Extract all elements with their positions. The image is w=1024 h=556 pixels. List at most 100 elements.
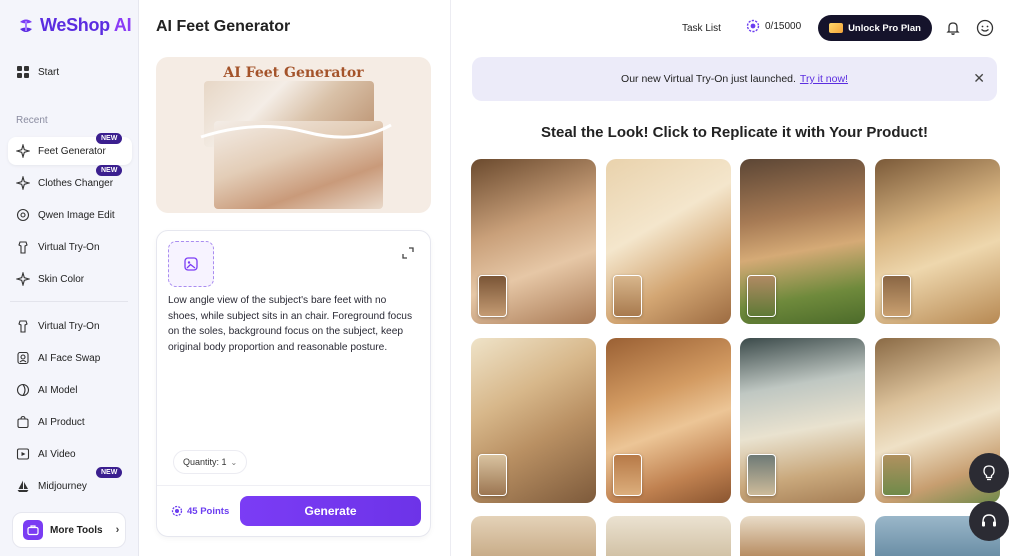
chevron-right-icon: › xyxy=(115,524,120,536)
hero-divider-wave xyxy=(200,123,392,139)
gallery-area: Task List 0/15000 Unlock Pro Plan Our ne… xyxy=(452,0,1024,556)
headset-icon xyxy=(982,514,996,527)
sidebar-item-start[interactable]: Start xyxy=(8,58,132,86)
sidebar-item-ai-video[interactable]: AI Video xyxy=(8,440,132,468)
sidebar-item-label: AI Model xyxy=(38,384,78,396)
sidebar-item-label: AI Product xyxy=(38,416,85,428)
support-button[interactable] xyxy=(969,501,1009,541)
bell-icon[interactable] xyxy=(945,20,961,36)
more-tools-label: More Tools xyxy=(50,524,103,536)
face-icon xyxy=(16,351,30,365)
sparkle-icon xyxy=(16,272,30,286)
hanger-icon xyxy=(16,319,30,333)
sidebar-item-label: Midjourney xyxy=(38,480,87,492)
reference-thumbnail xyxy=(613,275,642,317)
ticket-icon xyxy=(829,23,844,33)
sidebar-item-virtual-try-on[interactable]: Virtual Try-On xyxy=(8,312,132,340)
credit-coin-icon xyxy=(171,505,183,517)
unlock-pro-button[interactable]: Unlock Pro Plan xyxy=(818,15,932,41)
gallery-tile[interactable] xyxy=(606,516,731,556)
gallery-tile[interactable] xyxy=(606,338,731,503)
credits-counter[interactable]: 0/15000 xyxy=(746,19,801,33)
sparkle-icon xyxy=(16,144,30,158)
banner-link[interactable]: Try it now! xyxy=(800,73,848,85)
quantity-select[interactable]: Quantity: 1 ⌄ xyxy=(173,450,248,474)
gallery-tile[interactable] xyxy=(606,159,731,324)
swirl-icon xyxy=(16,383,30,397)
toolbox-icon xyxy=(23,520,43,540)
prompt-card: Low angle view of the subject's bare fee… xyxy=(156,230,431,537)
recent-section-label: Recent xyxy=(16,115,48,126)
sidebar-item-label: Skin Color xyxy=(38,273,85,285)
gallery-tile[interactable] xyxy=(740,338,865,503)
quantity-label: Quantity: 1 xyxy=(183,457,227,467)
reference-thumbnail xyxy=(613,454,642,496)
unlock-pro-label: Unlock Pro Plan xyxy=(848,22,921,34)
chevron-down-icon: ⌄ xyxy=(230,457,238,467)
gallery-tile[interactable] xyxy=(740,516,865,556)
new-badge: NEW xyxy=(96,165,123,176)
sidebar-item-label: Clothes Changer xyxy=(38,177,114,189)
video-icon xyxy=(16,447,30,461)
sidebar-item-ai-model[interactable]: AI Model xyxy=(8,376,132,404)
sidebar-item-label: Start xyxy=(38,66,60,78)
sidebar-item-label: Feet Generator xyxy=(38,145,106,157)
credit-coin-icon xyxy=(746,19,760,33)
swirl-icon xyxy=(16,208,30,222)
sidebar-divider xyxy=(10,301,128,302)
sidebar: WeShop AI Start Recent Feet Generator NE… xyxy=(0,0,139,556)
sidebar-item-qwen-image-edit[interactable]: Qwen Image Edit xyxy=(8,201,132,229)
reference-thumbnail xyxy=(747,454,776,496)
close-icon[interactable]: ✕ xyxy=(973,71,985,85)
brand-logo[interactable]: WeShop AI xyxy=(16,15,132,36)
more-tools-button[interactable]: More Tools › xyxy=(12,512,126,548)
hero-title: AI Feet Generator xyxy=(223,65,364,81)
sidebar-item-label: Qwen Image Edit xyxy=(38,209,115,221)
reference-thumbnail xyxy=(747,275,776,317)
banner-text: Our new Virtual Try-On just launched. xyxy=(621,73,796,85)
prompt-input[interactable]: Low angle view of the subject's bare fee… xyxy=(168,293,418,355)
grid-icon xyxy=(16,65,30,79)
hanger-icon xyxy=(16,240,30,254)
sidebar-item-ai-face-swap[interactable]: AI Face Swap xyxy=(8,344,132,372)
weshop-logo-icon xyxy=(20,19,32,32)
gallery-tile[interactable] xyxy=(740,159,865,324)
page-title: AI Feet Generator xyxy=(156,18,291,35)
sidebar-item-skin-color[interactable]: Skin Color xyxy=(8,265,132,293)
reference-thumbnail xyxy=(478,275,507,317)
sparkle-icon xyxy=(16,176,30,190)
generator-panel: AI Feet Generator AI Feet Generator Low … xyxy=(140,0,451,556)
ship-icon xyxy=(16,479,30,493)
product-icon xyxy=(16,415,30,429)
reference-thumbnail xyxy=(882,454,911,496)
user-avatar-icon[interactable] xyxy=(976,19,994,37)
generate-button[interactable]: Generate xyxy=(240,496,421,526)
gallery-title: Steal the Look! Click to Replicate it wi… xyxy=(541,124,928,141)
credits-value: 0/15000 xyxy=(765,20,802,32)
gallery-tile[interactable] xyxy=(471,338,596,503)
sidebar-item-label: AI Video xyxy=(38,448,76,460)
card-divider xyxy=(157,485,430,486)
task-list-link[interactable]: Task List xyxy=(682,23,721,34)
tips-button[interactable] xyxy=(969,453,1009,493)
image-upload-button[interactable] xyxy=(168,241,214,287)
sidebar-item-label: Virtual Try-On xyxy=(38,241,100,253)
image-upload-icon xyxy=(184,257,198,271)
expand-icon[interactable] xyxy=(402,247,414,259)
reference-thumbnail xyxy=(478,454,507,496)
points-label: 45 Points xyxy=(187,505,230,517)
lightbulb-icon xyxy=(983,465,995,481)
gallery-tile[interactable] xyxy=(471,159,596,324)
gallery-tile[interactable] xyxy=(471,516,596,556)
reference-thumbnail xyxy=(882,275,911,317)
hero-banner-image: AI Feet Generator xyxy=(156,57,431,213)
sidebar-item-label: Virtual Try-On xyxy=(38,320,100,332)
gallery-tile[interactable] xyxy=(875,159,1000,324)
sidebar-item-ai-product[interactable]: AI Product xyxy=(8,408,132,436)
sidebar-item-label: AI Face Swap xyxy=(38,352,101,364)
points-cost: 45 Points xyxy=(171,505,229,517)
brand-name: WeShop AI xyxy=(40,15,132,35)
sidebar-item-virtual-try-on-recent[interactable]: Virtual Try-On xyxy=(8,233,132,261)
new-badge: NEW xyxy=(96,133,123,144)
announcement-banner: Our new Virtual Try-On just launched. Tr… xyxy=(472,57,997,101)
